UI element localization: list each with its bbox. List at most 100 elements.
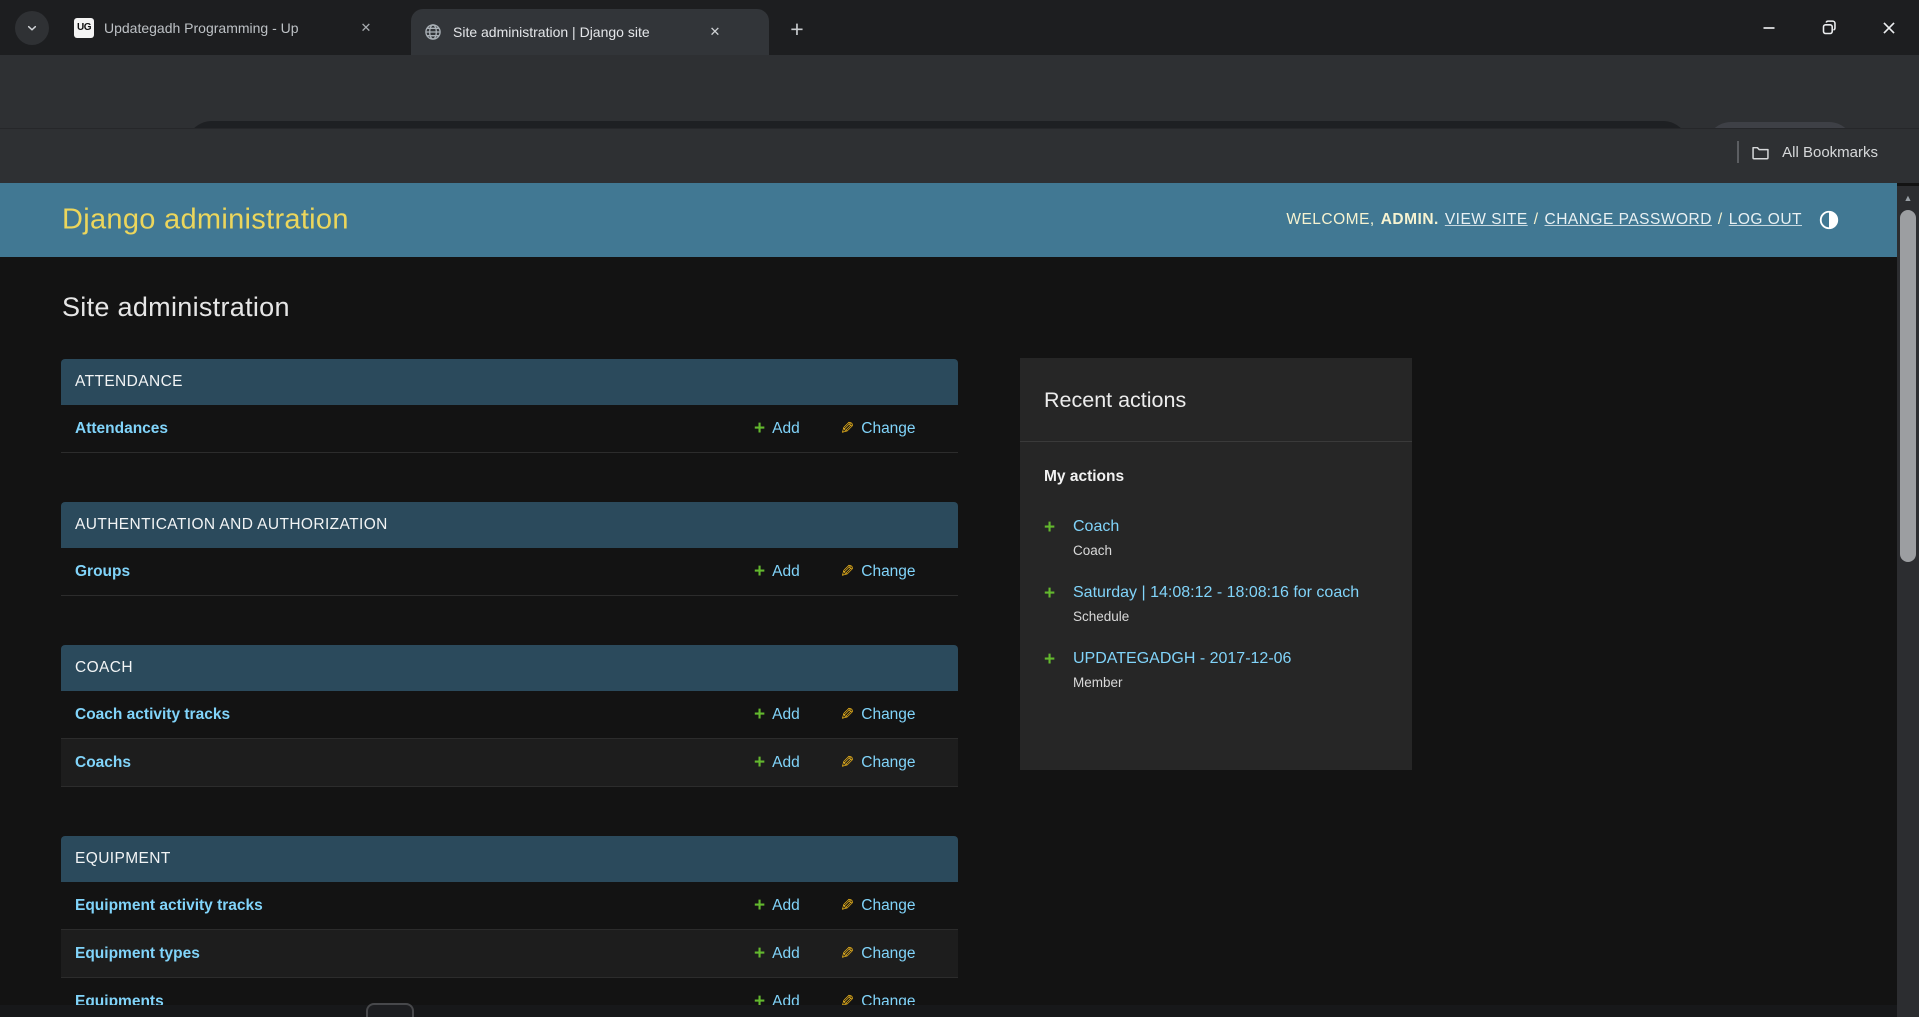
add-link[interactable]: +Add [754,419,840,438]
change-link[interactable]: ✎Change [840,563,944,581]
pencil-icon: ✎ [840,945,854,962]
model-link[interactable]: Equipment activity tracks [75,897,754,915]
my-actions-heading: My actions [1044,468,1388,486]
model-link[interactable]: Groups [75,563,754,581]
change-link[interactable]: ✎Change [840,945,944,963]
tab-updategadh[interactable]: UG Updategadh Programming - Up ✕ [64,0,404,55]
model-link[interactable]: Coachs [75,754,754,772]
minimize-icon [1758,17,1780,39]
view-site-link[interactable]: VIEW SITE [1445,211,1528,229]
change-link[interactable]: ✎Change [840,420,944,438]
close-icon [1878,17,1900,39]
list-item: + UPDATEGADGH - 2017-12-06 Member [1044,648,1388,691]
pencil-icon: ✎ [840,897,854,914]
change-link[interactable]: ✎Change [840,897,944,915]
change-link[interactable]: ✎Change [840,706,944,724]
module-caption: AUTHENTICATION AND AUTHORIZATION [61,502,958,548]
bookmarks-bar: All Bookmarks [0,128,1919,183]
tab-close-icon[interactable]: ✕ [354,16,378,40]
window-controls [1739,0,1919,55]
browser-window: UG Updategadh Programming - Up ✕ Site ad… [0,0,1919,1017]
add-link[interactable]: +Add [754,753,840,772]
logout-link[interactable]: LOG OUT [1729,211,1802,229]
tab-title: Updategadh Programming - Up [104,20,354,36]
model-link[interactable]: Coach activity tracks [75,706,754,724]
model-link[interactable]: Equipment types [75,945,754,963]
action-link[interactable]: UPDATEGADGH - 2017-12-06 [1073,648,1388,670]
plus-icon: + [1044,517,1055,539]
all-bookmarks-button[interactable]: All Bookmarks [1782,144,1878,161]
plus-icon: + [1044,583,1055,605]
site-brand-link[interactable]: Django administration [62,204,349,237]
change-link[interactable]: ✎Change [840,754,944,772]
admin-header: Django administration WELCOME, ADMIN. VI… [0,183,1897,257]
bottom-edge-strip [0,1005,1897,1017]
tab-django-admin[interactable]: Site administration | Django site ✕ [411,9,769,55]
user-tools: WELCOME, ADMIN. VIEW SITE / CHANGE PASSW… [1286,209,1840,231]
list-item: + Coach Coach [1044,516,1388,559]
updategadh-favicon: UG [74,18,94,38]
plus-icon: + [754,753,765,772]
browser-toolbar: 127.0.0.1:8000/admin/ ☆ Incognito [0,55,1919,128]
restore-button[interactable] [1799,0,1859,55]
pencil-icon: ✎ [840,563,854,580]
page-scrollbar[interactable]: ▲ [1897,186,1919,1017]
separator: / [1534,211,1539,229]
page-title: Site administration [62,292,958,323]
scrollbar-thumb[interactable] [1900,210,1916,562]
tab-strip: UG Updategadh Programming - Up ✕ Site ad… [0,0,1919,55]
pencil-icon: ✎ [840,706,854,723]
module-coach: COACH Coach activity tracks +Add ✎Change… [61,645,958,787]
action-type: Member [1073,674,1388,691]
username-text: ADMIN. [1381,211,1439,229]
pencil-icon: ✎ [840,754,854,771]
recent-actions-panel: Recent actions My actions + Coach Coach … [1020,358,1412,770]
add-link[interactable]: +Add [754,705,840,724]
module-caption: EQUIPMENT [61,836,958,882]
module-caption: ATTENDANCE [61,359,958,405]
plus-icon: + [754,419,765,438]
module-caption: COACH [61,645,958,691]
add-link[interactable]: +Add [754,896,840,915]
model-row: Equipment types +Add ✎Change [61,930,958,978]
action-link[interactable]: Coach [1073,516,1388,538]
action-type: Schedule [1073,608,1388,625]
tab-search-button[interactable] [15,11,49,45]
pencil-icon: ✎ [840,420,854,437]
plus-icon: + [754,944,765,963]
folder-icon [1750,142,1771,163]
globe-favicon [423,22,443,42]
plus-icon: + [754,896,765,915]
scroll-up-arrow[interactable]: ▲ [1897,186,1919,203]
change-password-link[interactable]: CHANGE PASSWORD [1545,211,1712,229]
tab-title: Site administration | Django site [453,24,703,40]
list-item: + Saturday | 14:08:12 - 18:08:16 for coa… [1044,582,1388,625]
add-link[interactable]: +Add [754,944,840,963]
module-equipment: EQUIPMENT Equipment activity tracks +Add… [61,836,958,1017]
separator: / [1718,211,1723,229]
new-tab-button[interactable]: + [782,14,812,44]
bookmarks-divider [1737,141,1739,163]
theme-toggle-icon [1818,209,1840,231]
action-type: Coach [1073,542,1388,559]
model-link[interactable]: Attendances [75,420,754,438]
model-row: Attendances +Add ✎Change [61,405,958,453]
module-attendance: ATTENDANCE Attendances +Add ✎Change [61,359,958,453]
add-link[interactable]: +Add [754,562,840,581]
close-button[interactable] [1859,0,1919,55]
action-link[interactable]: Saturday | 14:08:12 - 18:08:16 for coach [1073,582,1388,604]
welcome-text: WELCOME, [1286,211,1374,229]
model-row: Equipment activity tracks +Add ✎Change [61,882,958,930]
recent-actions-title: Recent actions [1020,358,1412,442]
minimize-button[interactable] [1739,0,1799,55]
plus-icon: + [754,705,765,724]
module-auth: AUTHENTICATION AND AUTHORIZATION Groups … [61,502,958,596]
plus-icon: + [754,562,765,581]
theme-toggle-button[interactable] [1818,209,1840,231]
model-row: Groups +Add ✎Change [61,548,958,596]
model-row: Coach activity tracks +Add ✎Change [61,691,958,739]
app-list: Site administration ATTENDANCE Attendanc… [61,292,958,1017]
chevron-down-icon [24,20,40,36]
model-row: Coachs +Add ✎Change [61,739,958,787]
tab-close-icon[interactable]: ✕ [703,20,727,44]
